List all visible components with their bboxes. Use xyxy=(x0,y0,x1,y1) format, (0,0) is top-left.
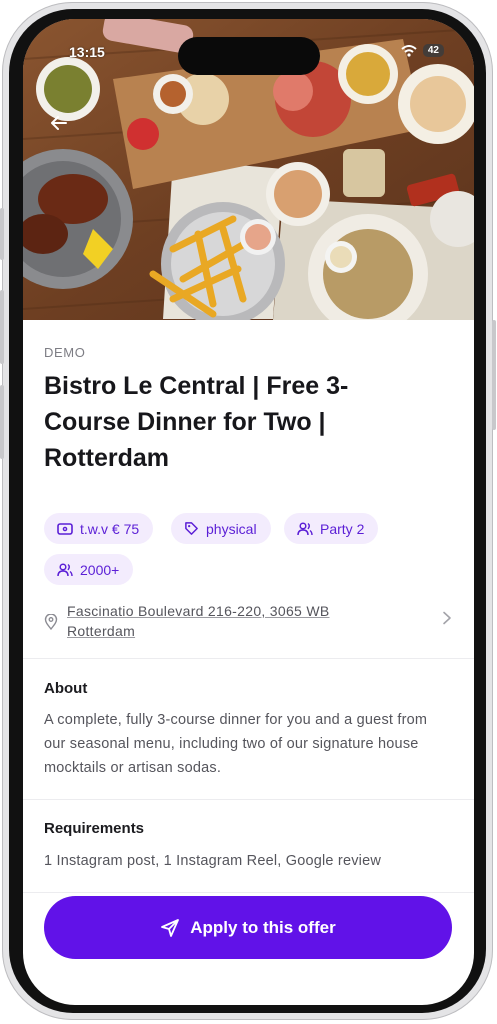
send-icon xyxy=(161,918,180,937)
arrow-left-icon xyxy=(51,116,67,130)
ticket-icon xyxy=(57,522,73,535)
chip-label: t.w.v € 75 xyxy=(80,520,140,537)
divider xyxy=(23,799,474,800)
chevron-right-icon xyxy=(443,611,451,625)
about-text: A complete, fully 3-course dinner for yo… xyxy=(44,712,428,776)
type-chip: physical xyxy=(171,513,271,544)
apply-button[interactable]: Apply to this offer xyxy=(44,896,452,959)
divider xyxy=(23,658,474,659)
about-title: About xyxy=(44,680,88,697)
offer-category: DEMO xyxy=(44,345,86,360)
power-button xyxy=(492,320,496,430)
address-link[interactable]: Fascinatio Boulevard 216-220, 3065 WB Ro… xyxy=(44,597,454,645)
people-icon xyxy=(57,562,73,576)
mute-switch xyxy=(0,385,4,459)
requirements-title: Requirements xyxy=(44,820,145,837)
offer-title: Bistro Le Central | Free 3-Course Dinner… xyxy=(44,372,349,472)
battery-indicator: 42 xyxy=(422,44,444,57)
volume-down-button xyxy=(0,290,4,364)
chip-label: 2000+ xyxy=(80,561,120,578)
status-time: 13:15 xyxy=(69,44,105,60)
volume-up-button xyxy=(0,208,4,260)
status-icons: 42 xyxy=(401,44,444,57)
wifi-icon xyxy=(401,44,417,57)
chip-label: physical xyxy=(206,520,257,537)
value-chip: t.w.v € 75 xyxy=(44,513,154,544)
followers-chip: 2000+ xyxy=(44,554,134,585)
apply-button-label: Apply to this offer xyxy=(190,917,336,937)
back-button[interactable] xyxy=(49,113,77,141)
map-pin-icon xyxy=(44,614,58,630)
divider xyxy=(23,892,474,893)
party-size-chip: Party 2 xyxy=(284,513,379,544)
chip-label: Party 2 xyxy=(320,520,365,537)
requirements-text: 1 Instagram post, 1 Instagram Reel, Goog… xyxy=(44,853,382,869)
hero-image: 13:15 42 xyxy=(23,19,474,320)
people-icon xyxy=(297,521,313,535)
dynamic-island xyxy=(178,37,320,75)
address-text: Fascinatio Boulevard 216-220, 3065 WB Ro… xyxy=(67,603,330,639)
screen: 13:15 42 DEMO Bistro Le Central | Free 3… xyxy=(23,19,474,1005)
tag-icon xyxy=(185,522,198,535)
